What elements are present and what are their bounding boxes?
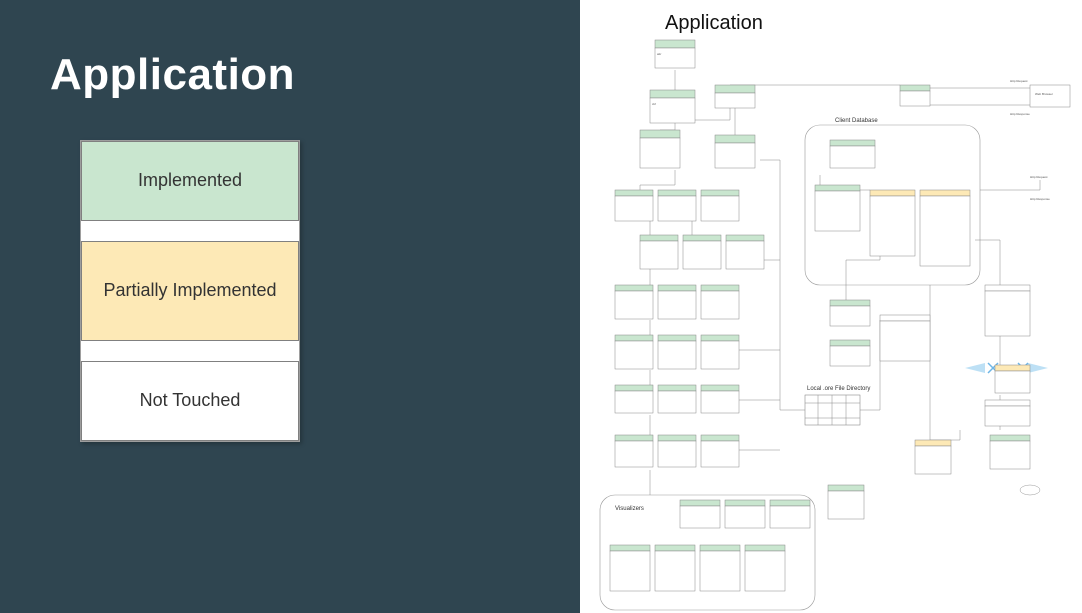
legend: Implemented Partially Implemented Not To… xyxy=(80,140,300,442)
group-local-ore-label: Local .ore File Directory xyxy=(807,386,870,392)
group-client-database-label: Client Database xyxy=(835,118,878,124)
class-load-aggregator xyxy=(615,435,653,467)
class-package-aggregator xyxy=(615,190,653,221)
class-page-aggregator xyxy=(830,140,875,168)
class-schedulers xyxy=(715,85,755,108)
class-graphics-setup xyxy=(815,185,860,231)
class-summary xyxy=(715,135,755,168)
class-pageview-service xyxy=(920,190,970,266)
class-options xyxy=(828,485,864,519)
class-client-graph-service xyxy=(870,190,915,256)
class-method-org-analyzer xyxy=(701,385,739,413)
legend-not-touched: Not Touched xyxy=(81,361,299,441)
class-sunburst xyxy=(995,365,1030,393)
class-bar-chart xyxy=(985,285,1030,336)
class-extra2 xyxy=(990,435,1030,469)
slide-title: Application xyxy=(50,50,530,100)
class-project-analyzer xyxy=(658,285,696,319)
class-push-application xyxy=(640,130,680,168)
http-response2-label: Http Response xyxy=(1030,197,1050,201)
class-project-org-analyzer xyxy=(701,285,739,319)
class-method-aggregator xyxy=(615,385,653,413)
class-vis-package xyxy=(680,500,720,528)
note-ellipse-icon xyxy=(1020,485,1040,495)
class-interface xyxy=(701,335,739,369)
class-vis-extra2 xyxy=(745,545,785,591)
left-panel: Application Implemented Partially Implem… xyxy=(0,0,580,613)
class-vis-project xyxy=(610,545,650,591)
group-visualizers-label: Visualizers xyxy=(615,506,644,512)
class-http-service: attr xyxy=(655,40,695,68)
class-node-lines xyxy=(830,300,870,326)
arrow-right-icon xyxy=(1028,363,1048,373)
ore-table xyxy=(805,395,860,425)
class-project-aggregator xyxy=(615,285,653,319)
uml-diagram: Client Database Visualizers Local .ore F… xyxy=(580,0,1082,613)
class-pages-controller: ctrl xyxy=(650,90,695,123)
class-client-mapnode xyxy=(900,85,930,106)
arrow-left-icon xyxy=(965,363,985,373)
svg-text:ctrl: ctrl xyxy=(652,102,656,106)
class-treemap-view xyxy=(880,315,930,361)
class-class-org-analyzer xyxy=(726,235,764,269)
class-vis-summary xyxy=(655,545,695,591)
class-xml-loader xyxy=(915,440,951,474)
class-cache xyxy=(615,335,653,369)
class-extra1 xyxy=(985,400,1030,426)
http-response-label: Http Response xyxy=(1010,112,1030,116)
web-browser-label: Web Browser xyxy=(1035,92,1053,96)
class-load-org-analyzer xyxy=(701,435,739,467)
class-class-aggregator xyxy=(640,235,678,269)
http-request2-label: Http Request xyxy=(1030,175,1048,179)
svg-text:attr: attr xyxy=(657,52,661,56)
class-ore-project xyxy=(830,340,870,366)
class-vis-extra1 xyxy=(700,545,740,591)
right-panel: Application Client Database Visualizers … xyxy=(580,0,1082,613)
class-vis-method xyxy=(770,500,810,528)
web-browser-box xyxy=(1030,85,1070,107)
class-package-org-analyzer xyxy=(701,190,739,221)
class-load-analyzer xyxy=(658,435,696,467)
class-class-analyzer xyxy=(683,235,721,269)
class-package-analyzer xyxy=(658,190,696,221)
class-ore-loader xyxy=(658,335,696,369)
class-method-analyzer xyxy=(658,385,696,413)
class-vis-class xyxy=(725,500,765,528)
legend-partial: Partially Implemented xyxy=(81,241,299,341)
legend-implemented: Implemented xyxy=(81,141,299,221)
http-request-label: Http Request xyxy=(1010,79,1028,83)
